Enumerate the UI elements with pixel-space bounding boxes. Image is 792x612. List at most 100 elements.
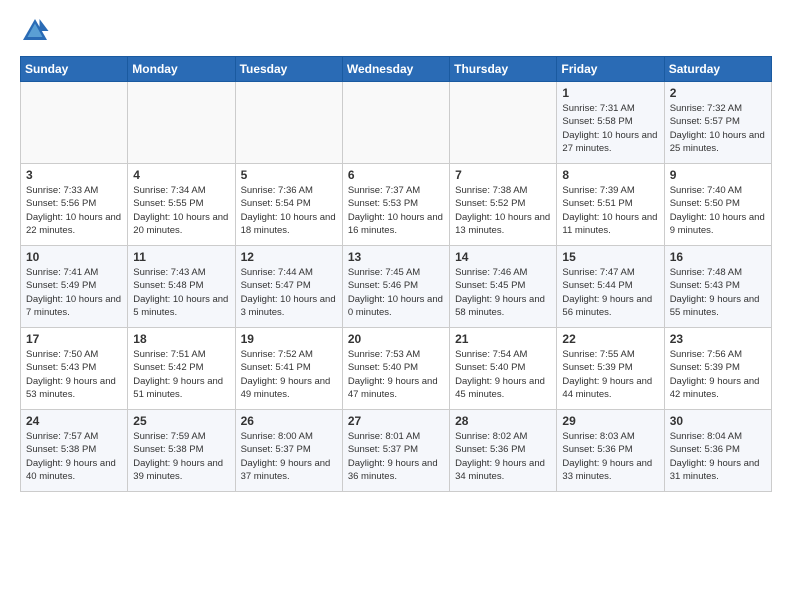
day-number: 28 (455, 414, 551, 428)
day-number: 20 (348, 332, 444, 346)
calendar-cell: 18Sunrise: 7:51 AM Sunset: 5:42 PM Dayli… (128, 328, 235, 410)
week-row-4: 24Sunrise: 7:57 AM Sunset: 5:38 PM Dayli… (21, 410, 772, 492)
weekday-header-saturday: Saturday (664, 57, 771, 82)
day-number: 22 (562, 332, 658, 346)
day-info: Sunrise: 7:59 AM Sunset: 5:38 PM Dayligh… (133, 430, 229, 483)
weekday-header-friday: Friday (557, 57, 664, 82)
calendar-cell: 24Sunrise: 7:57 AM Sunset: 5:38 PM Dayli… (21, 410, 128, 492)
day-number: 17 (26, 332, 122, 346)
day-number: 27 (348, 414, 444, 428)
day-number: 10 (26, 250, 122, 264)
day-number: 24 (26, 414, 122, 428)
day-info: Sunrise: 7:37 AM Sunset: 5:53 PM Dayligh… (348, 184, 444, 237)
calendar-cell (450, 82, 557, 164)
day-number: 3 (26, 168, 122, 182)
calendar-table: SundayMondayTuesdayWednesdayThursdayFrid… (20, 56, 772, 492)
day-number: 14 (455, 250, 551, 264)
day-info: Sunrise: 8:02 AM Sunset: 5:36 PM Dayligh… (455, 430, 551, 483)
day-number: 19 (241, 332, 337, 346)
day-info: Sunrise: 7:55 AM Sunset: 5:39 PM Dayligh… (562, 348, 658, 401)
calendar-cell: 16 Sunrise: 7:48 AM Sunset: 5:43 PM Dayli… (664, 246, 771, 328)
calendar-cell: 8 Sunrise: 7:39 AM Sunset: 5:51 PM Daylig… (557, 164, 664, 246)
weekday-header-thursday: Thursday (450, 57, 557, 82)
calendar-cell: 26 Sunrise: 8:00 AM Sunset: 5:37 PM Dayli… (235, 410, 342, 492)
calendar-cell: 15 Sunrise: 7:47 AM Sunset: 5:44 PM Dayli… (557, 246, 664, 328)
week-row-0: 1Sunrise: 7:31 AM Sunset: 5:58 PM Daylig… (21, 82, 772, 164)
day-info: Sunrise: 7:43 AM Sunset: 5:48 PM Dayligh… (133, 266, 229, 319)
calendar-cell: 7 Sunrise: 7:38 AM Sunset: 5:52 PM Daylig… (450, 164, 557, 246)
logo-icon (20, 16, 50, 46)
calendar-cell: 29 Sunrise: 8:03 AM Sunset: 5:36 PM Dayli… (557, 410, 664, 492)
weekday-header-sunday: Sunday (21, 57, 128, 82)
calendar-cell: 1Sunrise: 7:31 AM Sunset: 5:58 PM Daylig… (557, 82, 664, 164)
calendar-cell: 3 Sunrise: 7:33 AM Sunset: 5:56 PM Daylig… (21, 164, 128, 246)
day-info: Sunrise: 7:51 AM Sunset: 5:42 PM Dayligh… (133, 348, 229, 401)
day-info: Sunrise: 8:03 AM Sunset: 5:36 PM Dayligh… (562, 430, 658, 483)
day-number: 15 (562, 250, 658, 264)
day-number: 8 (562, 168, 658, 182)
calendar-cell: 19 Sunrise: 7:52 AM Sunset: 5:41 PM Dayli… (235, 328, 342, 410)
weekday-header-wednesday: Wednesday (342, 57, 449, 82)
day-number: 6 (348, 168, 444, 182)
calendar-cell (235, 82, 342, 164)
day-info: Sunrise: 7:39 AM Sunset: 5:51 PM Dayligh… (562, 184, 658, 237)
day-number: 29 (562, 414, 658, 428)
day-info: Sunrise: 8:04 AM Sunset: 5:36 PM Dayligh… (670, 430, 766, 483)
calendar-cell: 20 Sunrise: 7:53 AM Sunset: 5:40 PM Dayli… (342, 328, 449, 410)
day-info: Sunrise: 7:34 AM Sunset: 5:55 PM Dayligh… (133, 184, 229, 237)
calendar-cell: 23 Sunrise: 7:56 AM Sunset: 5:39 PM Dayli… (664, 328, 771, 410)
week-row-2: 10 Sunrise: 7:41 AM Sunset: 5:49 PM Dayli… (21, 246, 772, 328)
day-info: Sunrise: 7:52 AM Sunset: 5:41 PM Dayligh… (241, 348, 337, 401)
day-info: Sunrise: 7:36 AM Sunset: 5:54 PM Dayligh… (241, 184, 337, 237)
day-number: 13 (348, 250, 444, 264)
calendar-cell: 5 Sunrise: 7:36 AM Sunset: 5:54 PM Daylig… (235, 164, 342, 246)
weekday-header-row: SundayMondayTuesdayWednesdayThursdayFrid… (21, 57, 772, 82)
calendar-cell: 28 Sunrise: 8:02 AM Sunset: 5:36 PM Dayli… (450, 410, 557, 492)
day-number: 16 (670, 250, 766, 264)
calendar-cell: 17Sunrise: 7:50 AM Sunset: 5:43 PM Dayli… (21, 328, 128, 410)
calendar-cell: 22 Sunrise: 7:55 AM Sunset: 5:39 PM Dayli… (557, 328, 664, 410)
day-number: 23 (670, 332, 766, 346)
day-info: Sunrise: 7:48 AM Sunset: 5:43 PM Dayligh… (670, 266, 766, 319)
day-number: 11 (133, 250, 229, 264)
day-info: Sunrise: 7:56 AM Sunset: 5:39 PM Dayligh… (670, 348, 766, 401)
header (20, 16, 772, 46)
page: SundayMondayTuesdayWednesdayThursdayFrid… (0, 0, 792, 502)
day-info: Sunrise: 8:01 AM Sunset: 5:37 PM Dayligh… (348, 430, 444, 483)
day-number: 30 (670, 414, 766, 428)
day-info: Sunrise: 7:32 AM Sunset: 5:57 PM Dayligh… (670, 102, 766, 155)
week-row-3: 17Sunrise: 7:50 AM Sunset: 5:43 PM Dayli… (21, 328, 772, 410)
day-info: Sunrise: 7:45 AM Sunset: 5:46 PM Dayligh… (348, 266, 444, 319)
calendar-cell: 9 Sunrise: 7:40 AM Sunset: 5:50 PM Daylig… (664, 164, 771, 246)
day-info: Sunrise: 8:00 AM Sunset: 5:37 PM Dayligh… (241, 430, 337, 483)
calendar-cell: 2 Sunrise: 7:32 AM Sunset: 5:57 PM Daylig… (664, 82, 771, 164)
day-number: 26 (241, 414, 337, 428)
calendar-cell: 12Sunrise: 7:44 AM Sunset: 5:47 PM Dayli… (235, 246, 342, 328)
day-number: 21 (455, 332, 551, 346)
calendar-cell: 14 Sunrise: 7:46 AM Sunset: 5:45 PM Dayli… (450, 246, 557, 328)
calendar-cell: 6 Sunrise: 7:37 AM Sunset: 5:53 PM Daylig… (342, 164, 449, 246)
day-number: 2 (670, 86, 766, 100)
day-info: Sunrise: 7:41 AM Sunset: 5:49 PM Dayligh… (26, 266, 122, 319)
calendar-cell: 30 Sunrise: 8:04 AM Sunset: 5:36 PM Dayli… (664, 410, 771, 492)
day-info: Sunrise: 7:54 AM Sunset: 5:40 PM Dayligh… (455, 348, 551, 401)
day-info: Sunrise: 7:33 AM Sunset: 5:56 PM Dayligh… (26, 184, 122, 237)
calendar-cell: 27 Sunrise: 8:01 AM Sunset: 5:37 PM Dayli… (342, 410, 449, 492)
week-row-1: 3 Sunrise: 7:33 AM Sunset: 5:56 PM Daylig… (21, 164, 772, 246)
calendar-cell: 21 Sunrise: 7:54 AM Sunset: 5:40 PM Dayli… (450, 328, 557, 410)
day-info: Sunrise: 7:31 AM Sunset: 5:58 PM Dayligh… (562, 102, 658, 155)
day-info: Sunrise: 7:40 AM Sunset: 5:50 PM Dayligh… (670, 184, 766, 237)
weekday-header-tuesday: Tuesday (235, 57, 342, 82)
day-info: Sunrise: 7:46 AM Sunset: 5:45 PM Dayligh… (455, 266, 551, 319)
weekday-header-monday: Monday (128, 57, 235, 82)
calendar-cell (128, 82, 235, 164)
day-info: Sunrise: 7:53 AM Sunset: 5:40 PM Dayligh… (348, 348, 444, 401)
calendar-cell: 4Sunrise: 7:34 AM Sunset: 5:55 PM Daylig… (128, 164, 235, 246)
calendar-cell: 11 Sunrise: 7:43 AM Sunset: 5:48 PM Dayli… (128, 246, 235, 328)
day-info: Sunrise: 7:47 AM Sunset: 5:44 PM Dayligh… (562, 266, 658, 319)
calendar-cell (342, 82, 449, 164)
day-number: 5 (241, 168, 337, 182)
day-number: 7 (455, 168, 551, 182)
day-number: 9 (670, 168, 766, 182)
day-info: Sunrise: 7:38 AM Sunset: 5:52 PM Dayligh… (455, 184, 551, 237)
